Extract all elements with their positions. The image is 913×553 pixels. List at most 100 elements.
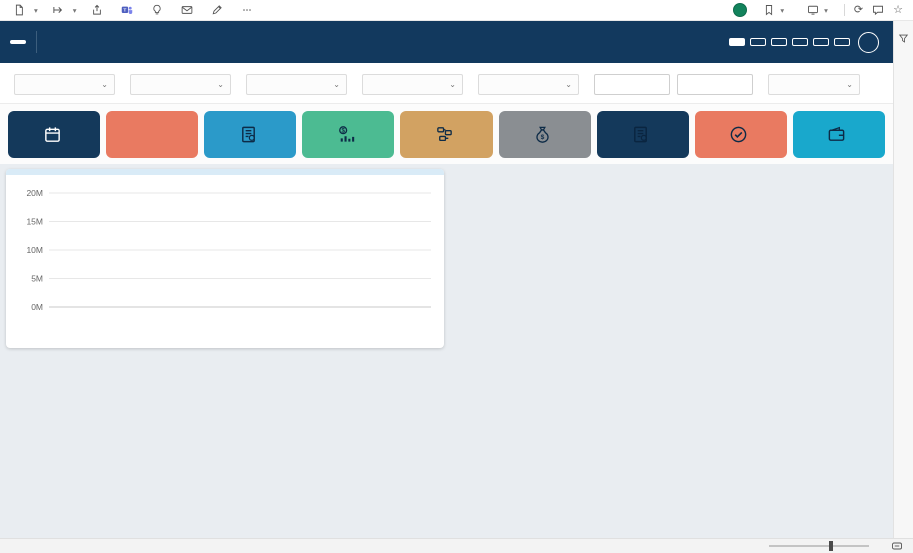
kpi-value-row bbox=[729, 125, 752, 144]
chevron-down-icon: ▾ bbox=[73, 6, 77, 15]
filter-dropdown-legal-entity[interactable]: ⌄ bbox=[14, 74, 115, 95]
chat-in-teams-button[interactable]: T bbox=[114, 3, 144, 17]
chevron-down-icon: ⌄ bbox=[101, 80, 108, 89]
zoom-control bbox=[763, 545, 875, 547]
nav-tab-project-details[interactable] bbox=[750, 38, 766, 46]
kpi-value-row: $ bbox=[533, 125, 556, 144]
help-button[interactable] bbox=[858, 32, 879, 53]
file-icon bbox=[13, 4, 25, 16]
edit-button[interactable] bbox=[204, 3, 234, 17]
board-icon bbox=[631, 125, 650, 144]
date-to-input[interactable] bbox=[677, 74, 753, 95]
page-nav bbox=[729, 38, 850, 46]
chart-title bbox=[6, 169, 444, 175]
svg-text:$: $ bbox=[541, 133, 545, 140]
dollar-chart-icon: $ bbox=[337, 125, 356, 144]
more-options-button[interactable] bbox=[234, 3, 260, 17]
report-header bbox=[0, 21, 893, 63]
bookmarks-button[interactable]: ▾ bbox=[756, 3, 791, 17]
svg-text:10M: 10M bbox=[26, 245, 43, 255]
chart-card-cost-and-revenue-by-role[interactable]: 0M 5M 10M 15M 20M bbox=[6, 169, 444, 348]
report-body: ⌄⌄⌄⌄⌄⌄ $$ 0M5M10M15M20M bbox=[0, 21, 913, 538]
nav-tab-revenue-analysis[interactable] bbox=[792, 38, 808, 46]
fit-to-page-icon[interactable] bbox=[891, 540, 903, 552]
zoom-slider[interactable] bbox=[769, 545, 869, 547]
kpi-row: $$ bbox=[0, 104, 893, 164]
svg-text:15M: 15M bbox=[26, 217, 43, 227]
ellipsis-icon bbox=[241, 4, 253, 16]
nav-tab-resourcing-details[interactable] bbox=[813, 38, 829, 46]
svg-text:5M: 5M bbox=[31, 274, 43, 284]
nav-tab-project-overview[interactable] bbox=[729, 38, 745, 46]
nav-tab-revenue-by-department[interactable] bbox=[834, 38, 850, 46]
filter-dropdown-practice[interactable]: ⌄ bbox=[130, 74, 231, 95]
chevron-down-icon: ▾ bbox=[780, 6, 784, 15]
svg-text:T: T bbox=[123, 8, 126, 14]
chevron-down-icon: ⌄ bbox=[565, 80, 572, 89]
filter-group-select-display-currency: ⌄ bbox=[768, 69, 860, 95]
kpi-card-over-budget-projects[interactable] bbox=[597, 111, 689, 158]
kpi-value-row bbox=[239, 125, 262, 144]
filter-dropdown-sub-practice[interactable]: ⌄ bbox=[246, 74, 347, 95]
charts-grid: 0M 5M 10M 15M 20M bbox=[0, 164, 893, 538]
kpi-card-work-in-progress[interactable] bbox=[695, 111, 787, 158]
comment-icon[interactable] bbox=[872, 4, 884, 16]
export-icon bbox=[52, 4, 64, 16]
chevron-down-icon: ⌄ bbox=[846, 80, 853, 89]
refresh-icon[interactable]: ⟳ bbox=[854, 5, 863, 16]
board-icon bbox=[239, 125, 258, 144]
kpi-value-row bbox=[631, 125, 654, 144]
wallet-icon bbox=[827, 125, 846, 144]
chevron-down-icon: ⌄ bbox=[333, 80, 340, 89]
get-insights-button[interactable] bbox=[144, 3, 174, 17]
kpi-card-revenue[interactable]: $ bbox=[302, 111, 394, 158]
file-button[interactable]: ▾ bbox=[6, 3, 45, 17]
kpi-value-row bbox=[435, 125, 458, 144]
report-main: ⌄⌄⌄⌄⌄⌄ $$ 0M5M10M15M20M bbox=[0, 21, 893, 538]
kpi-value-row: $ bbox=[337, 125, 360, 144]
svg-text:$: $ bbox=[341, 127, 345, 134]
monitor-icon bbox=[807, 4, 819, 16]
share-icon bbox=[91, 4, 103, 16]
zoom-slider-handle[interactable] bbox=[829, 541, 833, 551]
svg-text:20M: 20M bbox=[26, 188, 43, 198]
funnel-icon bbox=[898, 31, 909, 49]
filter-dropdown-industry[interactable]: ⌄ bbox=[362, 74, 463, 95]
pencil-icon bbox=[211, 4, 223, 16]
nav-tab-cost-analysis[interactable] bbox=[771, 38, 787, 46]
kpi-card-backlog[interactable] bbox=[400, 111, 492, 158]
filter-group-projects: ⌄ bbox=[478, 69, 579, 95]
user-avatar[interactable] bbox=[733, 3, 747, 17]
view-button[interactable]: ▾ bbox=[800, 3, 835, 17]
subscribe-icon bbox=[181, 4, 193, 16]
kpi-card-active-projects[interactable] bbox=[204, 111, 296, 158]
chevron-down-icon: ⌄ bbox=[449, 80, 456, 89]
hso-logo bbox=[10, 40, 26, 44]
status-bar bbox=[0, 538, 913, 553]
chart-plot-cost-and-revenue-by-role[interactable]: 0M 5M 10M 15M 20M bbox=[9, 177, 441, 333]
filter-dropdown-select-display-currency[interactable]: ⌄ bbox=[768, 74, 860, 95]
teams-icon: T bbox=[121, 4, 133, 16]
toolbar-divider bbox=[844, 4, 845, 16]
filter-group-date bbox=[594, 69, 753, 95]
bookmark-icon bbox=[763, 4, 775, 16]
filter-group-legal-entity: ⌄ bbox=[14, 69, 115, 95]
kpi-card-gross-profit[interactable]: $ bbox=[499, 111, 591, 158]
svg-text:0M: 0M bbox=[31, 302, 43, 312]
bulb-icon bbox=[151, 4, 163, 16]
kpi-card-ar-amount-outstandi[interactable] bbox=[793, 111, 885, 158]
backlog-icon bbox=[435, 125, 454, 144]
moneybag-icon: $ bbox=[533, 125, 552, 144]
report-toolbar: ▾ ▾ T ▾ ▾ ⟳ ☆ bbox=[0, 0, 913, 21]
kpi-card-multiplier[interactable] bbox=[106, 111, 198, 158]
favorite-star-icon[interactable]: ☆ bbox=[893, 5, 903, 16]
share-button[interactable] bbox=[84, 3, 114, 17]
subscribe-to-report-button[interactable] bbox=[174, 3, 204, 17]
filter-bar: ⌄ ⌄ ⌄ ⌄ ⌄ ⌄ bbox=[0, 63, 893, 104]
filters-pane-collapsed bbox=[893, 21, 913, 538]
date-from-input[interactable] bbox=[594, 74, 670, 95]
chevron-down-icon: ▾ bbox=[34, 6, 38, 15]
export-button[interactable]: ▾ bbox=[45, 3, 84, 17]
filter-dropdown-projects[interactable]: ⌄ bbox=[478, 74, 579, 95]
kpi-card-days-sales-outstanding[interactable] bbox=[8, 111, 100, 158]
